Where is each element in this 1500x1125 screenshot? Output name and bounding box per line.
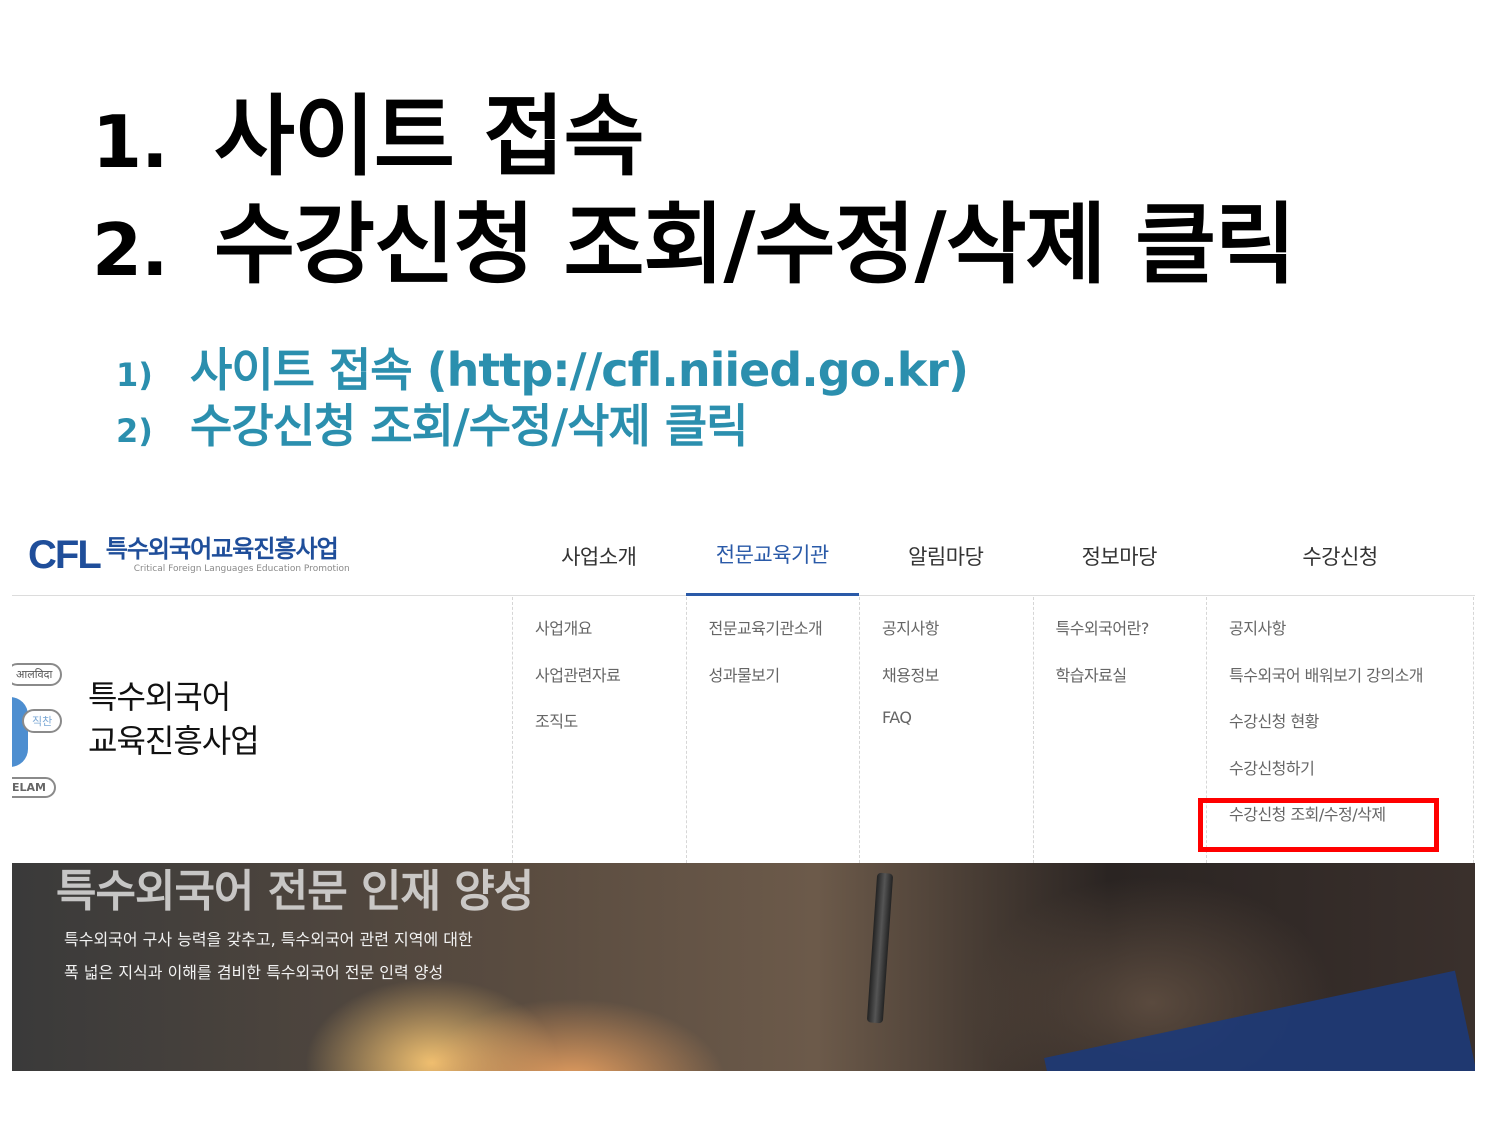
submenu-item-apply[interactable]: 수강신청하기: [1229, 755, 1473, 802]
submenu-item-materials[interactable]: 사업관련자료: [535, 662, 686, 709]
submenu-item-announcements[interactable]: 공지사항: [882, 615, 1033, 662]
mega-menu-intro: आलविदा 직찬 ELAM 특수외국어 교육진흥사업: [12, 597, 512, 863]
hero-description: 특수외국어 구사 능력을 갖추고, 특수외국어 관련 지역에 대한 폭 넓은 지…: [64, 923, 473, 989]
mega-menu-title: 특수외국어 교육진흥사업: [88, 675, 260, 763]
submenu-item-study-room[interactable]: 학습자료실: [1056, 662, 1207, 709]
hero-desc-line1: 특수외국어 구사 능력을 갖추고, 특수외국어 관련 지역에 대한: [64, 930, 473, 949]
submenu-business-intro: 사업개요 사업관련자료 조직도: [512, 597, 686, 863]
highlight-box: [1198, 798, 1439, 852]
site-header: CFL 특수외국어교육진흥사업 Critical Foreign Languag…: [12, 515, 1475, 596]
person-illustration: [12, 697, 28, 767]
speech-bubble: आलविदा: [12, 663, 63, 686]
mega-menu-title-line1: 특수외국어: [88, 678, 231, 716]
sub-step-text: 수강신청 조회/수정/삭제 클릭: [190, 399, 748, 453]
website-screenshot: CFL 특수외국어교육진흥사업 Critical Foreign Languag…: [12, 515, 1475, 1071]
nav-item-info[interactable]: 정보마당: [1033, 515, 1207, 596]
nav-item-registration[interactable]: 수강신청: [1206, 515, 1474, 596]
mega-menu-title-line2: 교육진흥사업: [88, 722, 260, 760]
site-logo[interactable]: CFL 특수외국어교육진흥사업 Critical Foreign Languag…: [28, 535, 350, 575]
main-step-2: 2. 수강신청 조회/수정/삭제 클릭: [92, 174, 1296, 296]
sub-step-number: 2): [116, 412, 153, 450]
logo-mark: CFL: [28, 533, 102, 577]
speech-bubble: ELAM: [12, 777, 56, 798]
logo-text: 특수외국어교육진흥사업 Critical Foreign Languages E…: [106, 535, 350, 575]
submenu-item-reg-status[interactable]: 수강신청 현황: [1229, 708, 1473, 755]
hero-title: 특수외국어 전문 인재 양성: [56, 866, 534, 917]
submenu-item-jobs[interactable]: 채용정보: [882, 662, 1033, 709]
paper-illustration: [1044, 970, 1475, 1071]
submenu-item-course-intro[interactable]: 특수외국어 배워보기 강의소개: [1229, 662, 1473, 709]
hero-banner: 특수외국어 전문 인재 양성 특수외국어 구사 능력을 갖추고, 특수외국어 관…: [12, 863, 1475, 1071]
submenu-item-overview[interactable]: 사업개요: [535, 615, 686, 662]
submenu-institutions: 전문교육기관소개 성과물보기: [685, 597, 860, 863]
hero-desc-line2: 폭 넓은 지식과 이해를 겸비한 특수외국어 전문 인력 양성: [64, 963, 444, 982]
nav-item-business-intro[interactable]: 사업소개: [512, 515, 686, 596]
submenu-item-institution-intro[interactable]: 전문교육기관소개: [709, 615, 860, 662]
submenu-item-faq[interactable]: FAQ: [882, 708, 1033, 755]
submenu-notices: 공지사항 채용정보 FAQ: [859, 597, 1033, 863]
sub-step-1: 1) 사이트 접속 (http://cfl.niied.go.kr): [116, 334, 969, 397]
submenu-item-results[interactable]: 성과물보기: [709, 662, 860, 709]
logo-title: 특수외국어교육진흥사업: [105, 535, 339, 563]
submenu-item-reg-notices[interactable]: 공지사항: [1229, 615, 1473, 662]
sub-steps: 1) 사이트 접속 (http://cfl.niied.go.kr) 2) 수강…: [116, 334, 969, 453]
main-steps: 1. 사이트 접속 2. 수강신청 조회/수정/삭제 클릭: [92, 66, 1296, 296]
language-bubbles-illustration: आलविदा 직찬 ELAM: [12, 657, 86, 807]
submenu-item-org-chart[interactable]: 조직도: [535, 708, 686, 755]
nav-item-notices[interactable]: 알림마당: [859, 515, 1033, 596]
speech-bubble: 직찬: [22, 709, 63, 733]
submenu-item-what-is[interactable]: 특수외국어란?: [1056, 615, 1207, 662]
main-nav: 사업소개 전문교육기관 알림마당 정보마당 수강신청: [512, 515, 1474, 596]
main-step-text: 수강신청 조회/수정/삭제 클릭: [214, 193, 1296, 296]
submenu-info: 특수외국어란? 학습자료실: [1032, 597, 1207, 863]
main-step-number: 2.: [92, 208, 168, 292]
main-step-number: 1.: [92, 100, 168, 184]
pen-illustration: [866, 872, 894, 1024]
sub-step-number: 1): [116, 356, 153, 394]
nav-item-institutions[interactable]: 전문교육기관: [685, 515, 859, 596]
logo-subtitle: Critical Foreign Languages Education Pro…: [133, 564, 350, 574]
main-step-1: 1. 사이트 접속: [92, 66, 1295, 188]
